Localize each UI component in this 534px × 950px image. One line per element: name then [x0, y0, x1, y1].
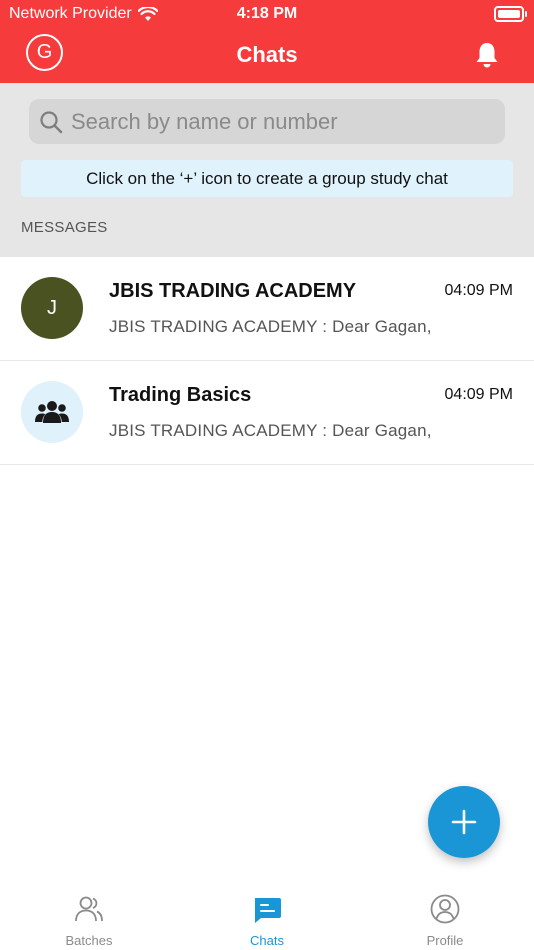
app-header: Network Provider 4:18 PM G Chats — [0, 0, 534, 83]
search-bar[interactable] — [29, 99, 505, 144]
chat-name: Trading Basics — [109, 384, 252, 406]
top-panel: Click on the ‘+’ icon to create a group … — [0, 83, 534, 257]
chats-icon — [255, 898, 281, 923]
page-title: Chats — [236, 42, 298, 67]
chat-list: J JBIS TRADING ACADEMY 04:09 PM JBIS TRA… — [0, 257, 534, 465]
search-input[interactable] — [69, 107, 473, 136]
status-bar: Network Provider 4:18 PM — [0, 0, 534, 28]
batches-icon — [75, 896, 103, 922]
tab-batches[interactable]: Batches — [0, 878, 178, 950]
group-icon — [35, 401, 69, 423]
bell-icon[interactable] — [473, 41, 501, 69]
search-icon — [40, 110, 63, 133]
chat-preview: JBIS TRADING ACADEMY : Dear Gagan, — [109, 317, 432, 336]
tab-label: Batches — [65, 933, 113, 948]
chat-item[interactable]: J JBIS TRADING ACADEMY 04:09 PM JBIS TRA… — [0, 257, 534, 361]
tab-label: Profile — [426, 933, 464, 948]
group-chat-info-banner: Click on the ‘+’ icon to create a group … — [21, 160, 513, 197]
battery-icon — [494, 6, 527, 22]
tab-profile[interactable]: Profile — [356, 878, 534, 950]
profile-icon — [430, 894, 460, 924]
chat-avatar: J — [21, 277, 83, 339]
status-time: 4:18 PM — [236, 5, 298, 22]
chat-name: JBIS TRADING ACADEMY — [109, 280, 357, 302]
chat-time: 04:09 PM — [444, 282, 513, 299]
chat-avatar-letter: J — [47, 296, 57, 319]
tab-label: Chats — [250, 933, 284, 948]
tab-chats[interactable]: Chats — [178, 878, 356, 950]
messages-section-label: MESSAGES — [21, 219, 108, 236]
chat-time: 04:09 PM — [444, 386, 513, 403]
plus-icon — [451, 809, 477, 835]
bottom-tab-bar: Batches Chats Profile — [0, 878, 534, 950]
chat-item[interactable]: Trading Basics 04:09 PM JBIS TRADING ACA… — [0, 361, 534, 465]
chat-preview: JBIS TRADING ACADEMY : Dear Gagan, — [109, 421, 432, 440]
add-group-chat-button[interactable] — [428, 786, 500, 858]
chat-avatar — [21, 381, 83, 443]
